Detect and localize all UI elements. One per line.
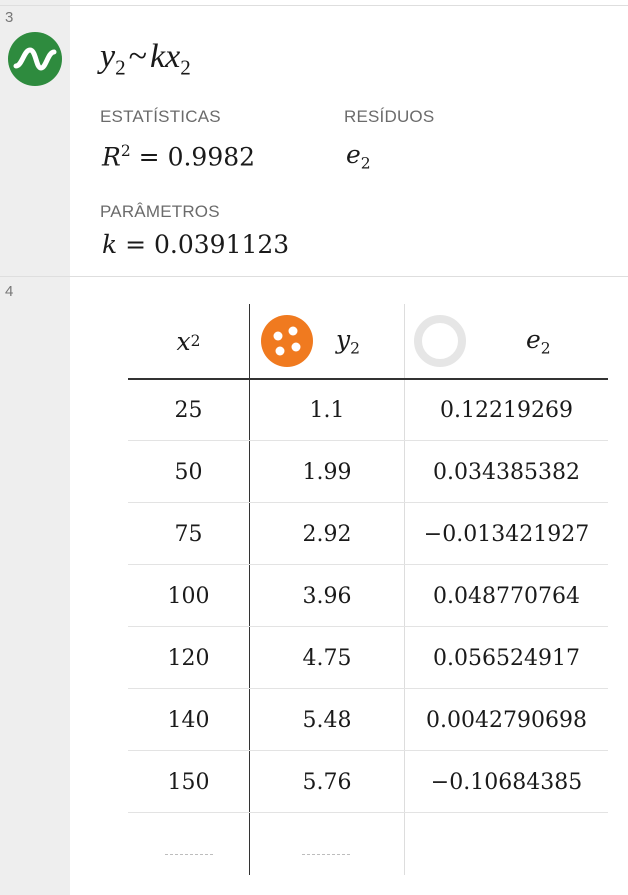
table-cell[interactable]: −0.013421927 bbox=[405, 503, 608, 565]
column-header-e2-sub: 2 bbox=[540, 339, 551, 358]
empty-cell-placeholder[interactable] bbox=[165, 854, 213, 855]
parameters-label: PARÂMETROS bbox=[100, 202, 220, 221]
r2-var: R bbox=[102, 142, 121, 172]
residuals-label: RESÍDUOS bbox=[344, 107, 435, 126]
param-eq: = bbox=[125, 230, 147, 259]
r2-exp: 2 bbox=[120, 142, 131, 160]
column-header-e2-var: e bbox=[526, 324, 541, 354]
point-style-icon[interactable] bbox=[260, 314, 314, 368]
column-header-y2-var: y bbox=[336, 324, 351, 354]
regression-icon[interactable] bbox=[8, 32, 62, 86]
table-cell[interactable]: 1.1 bbox=[250, 379, 404, 441]
table-cell[interactable]: −0.10684385 bbox=[405, 751, 608, 813]
formula-y: y bbox=[100, 38, 116, 75]
row-number: 4 bbox=[5, 283, 14, 300]
table-cell[interactable]: 25 bbox=[128, 379, 249, 441]
table-cell[interactable]: 150 bbox=[128, 751, 249, 813]
row-divider bbox=[0, 276, 628, 277]
column-header-e2[interactable]: e2 bbox=[405, 304, 608, 378]
r2-number: 0.9982 bbox=[167, 142, 256, 172]
formula-x-sub: 2 bbox=[180, 55, 191, 80]
table-cell[interactable]: 2.92 bbox=[250, 503, 404, 565]
param-var: k bbox=[102, 230, 118, 259]
residual-var: e bbox=[346, 140, 361, 169]
table-cell[interactable]: 0.0042790698 bbox=[405, 689, 608, 751]
table-cell[interactable]: 0.056524917 bbox=[405, 627, 608, 689]
empty-cell-placeholder[interactable] bbox=[302, 854, 350, 855]
column-header-y2-sub: 2 bbox=[350, 339, 360, 358]
table-cell[interactable]: 1.99 bbox=[250, 441, 404, 503]
r2-eq: = bbox=[138, 142, 160, 172]
table-cell[interactable]: 0.048770764 bbox=[405, 565, 608, 627]
residual-variable[interactable]: e2 bbox=[346, 140, 371, 172]
column-header-x2-sub: 2 bbox=[190, 332, 201, 350]
regression-formula[interactable]: y2~kx2 bbox=[100, 38, 191, 80]
table-cell[interactable]: 50 bbox=[128, 441, 249, 503]
parameter-k: k = 0.0391123 bbox=[102, 230, 289, 259]
formula-y-sub: 2 bbox=[115, 55, 126, 80]
table-cell[interactable]: 140 bbox=[128, 689, 249, 751]
table-cell[interactable]: 75 bbox=[128, 503, 249, 565]
formula-k: k bbox=[150, 38, 166, 75]
formula-tilde: ~ bbox=[128, 38, 148, 75]
table-cell[interactable]: 120 bbox=[128, 627, 249, 689]
row-number: 3 bbox=[5, 9, 14, 26]
row-gutter bbox=[0, 0, 70, 895]
table-cell[interactable]: 0.12219269 bbox=[405, 379, 608, 441]
formula-x: x bbox=[165, 38, 181, 75]
column-header-y2[interactable]: y2 bbox=[250, 304, 404, 378]
column-header-x2-var: x bbox=[176, 326, 191, 356]
table-cell[interactable]: 4.75 bbox=[250, 627, 404, 689]
table-cell[interactable]: 100 bbox=[128, 565, 249, 627]
statistics-label: ESTATÍSTICAS bbox=[100, 107, 221, 126]
r-squared-value: R2 = 0.9982 bbox=[102, 142, 255, 171]
hidden-point-style-icon[interactable] bbox=[413, 314, 467, 368]
table-cell[interactable]: 0.034385382 bbox=[405, 441, 608, 503]
table-cell[interactable]: 5.76 bbox=[250, 751, 404, 813]
residual-sub: 2 bbox=[360, 154, 371, 173]
column-header-x2[interactable]: x2 bbox=[128, 304, 249, 378]
row-divider bbox=[0, 5, 628, 6]
table-cell[interactable]: 3.96 bbox=[250, 565, 404, 627]
param-value: 0.0391123 bbox=[154, 230, 290, 259]
table-cell[interactable]: 5.48 bbox=[250, 689, 404, 751]
